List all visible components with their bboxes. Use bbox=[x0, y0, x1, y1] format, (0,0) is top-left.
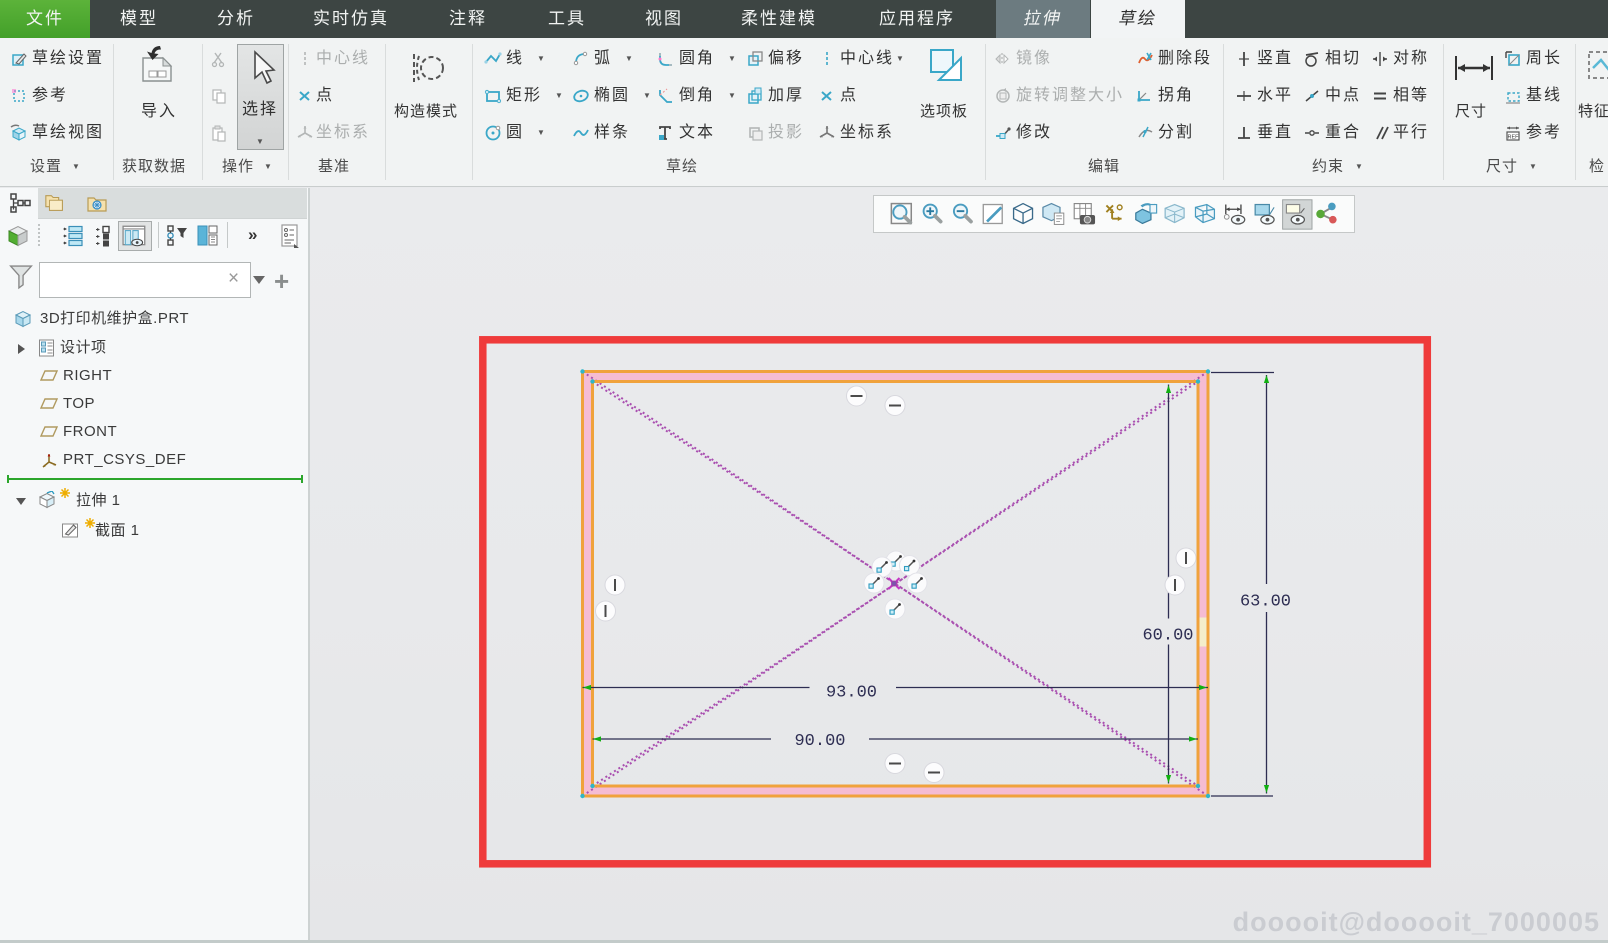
svg-text:93.00: 93.00 bbox=[826, 684, 877, 703]
svg-text:60.00: 60.00 bbox=[1142, 627, 1193, 646]
svg-text:63.00: 63.00 bbox=[1240, 593, 1291, 612]
svg-text:90.00: 90.00 bbox=[794, 732, 845, 751]
svg-text:REF: REF bbox=[1508, 135, 1520, 141]
